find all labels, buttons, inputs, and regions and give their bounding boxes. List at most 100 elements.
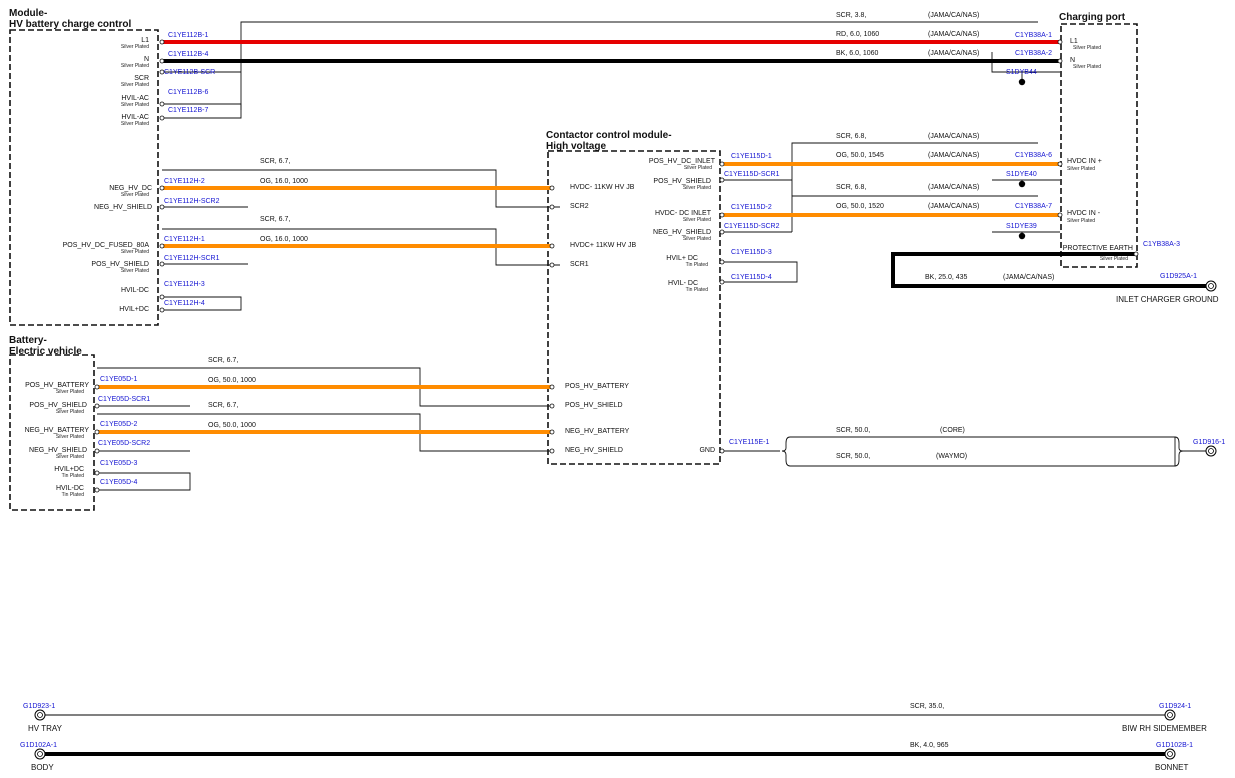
ground-label: BIW RH SIDEMEMBER [1122,724,1207,733]
pin-name: SCR2 [570,203,589,210]
wire-spec: OG, 16.0, 1000 [260,236,308,243]
pin-name: POS_HV_BATTERY [25,382,89,389]
pin-plating: Silver Plated [684,165,712,171]
hvbcc-pin-codes: C1YE112B-1 C1YE112B-4 C1YE112B-SCR C1YE1… [164,32,220,307]
pin-name: NEG_HV_BATTERY [565,428,630,435]
connector-code: C1YE112H-SCR2 [164,198,220,205]
pin-name: L1 [1070,38,1078,45]
pin-plating: Tin Plated [62,492,85,498]
wire-spec: BK, 6.0, 1060 [836,50,879,57]
pin-plating: Tin Plated [62,473,85,479]
connector-code: C1YE112B-7 [168,107,208,114]
pin-plating: Silver Plated [1100,256,1128,262]
ccm-title-2: High voltage [546,141,606,152]
wire-spec: OG, 50.0, 1545 [836,152,884,159]
battery-title-2: Electric vehicle [9,346,82,357]
pin-plating: Silver Plated [121,102,149,108]
wire-spec: SCR, 6.7, [260,216,290,223]
connector-code: C1YE05D-1 [100,376,137,383]
pin-name: POS_HV_DC_FUSED_80A [63,242,150,249]
connector-code: C1YE05D-SCR2 [98,440,150,447]
pin-plating: Tin Plated [686,287,709,293]
connector-code: C1YE112H-4 [164,300,205,307]
hvbcc-title-2: HV battery charge control [9,19,131,30]
pin-name: HVIL+DC [119,306,149,313]
wire-spec: OG, 50.0, 1000 [208,422,256,429]
wire-spec: SCR, 3.8, [836,12,866,19]
ccm-left-labels: HVDC- 11KW HV JB SCR2 HVDC+ 11KW HV JB S… [565,184,637,454]
contactor-control-module-box [547,150,721,465]
wire-spec: SCR, 50.0, [836,453,870,460]
pin-name: NEG_HV_SHIELD [565,447,623,454]
wire-spec: (JAMA/CA/NAS) [928,203,979,210]
connector-code: C1YB38A-7 [1015,203,1052,210]
connector-code: C1YE05D-3 [100,460,137,467]
pin-name: SCR [134,75,149,82]
connector-code: C1YE112H-1 [164,236,205,243]
pin-plating: Silver Plated [121,82,149,88]
splice-dot-s1dye39 [1018,232,1026,240]
pin-name: NEG_HV_SHIELD [94,204,152,211]
connector-code: C1YE112H-2 [164,178,205,185]
splice-dot-s1dye40 [1018,180,1026,188]
connector-code: C1YE115D-2 [731,204,772,211]
pin-name: L1 [141,37,149,44]
pin-name: NEG_HV_BATTERY [25,427,90,434]
wire-spec: BK, 4.0, 965 [910,742,949,749]
connector-code: C1YE112H-3 [164,281,205,288]
gnd-harness-bracket [790,436,1176,467]
connector-code: C1YE115D-4 [731,274,772,281]
pin-name: HVIL- DC [668,280,698,287]
pin-name: NEG_HV_SHIELD [29,447,87,454]
pin-name: POS_HV_SHIELD [91,261,149,268]
pin-plating: Silver Plated [683,217,711,223]
wire-spec: SCR, 50.0, [836,427,870,434]
connector-code: C1YB38A-2 [1015,50,1052,57]
wire-spec: (JAMA/CA/NAS) [928,152,979,159]
wire-spec: (WAYMO) [936,453,967,460]
connector-code: C1YE05D-4 [100,479,137,486]
connector-code: C1YE112H-SCR1 [164,255,220,262]
pin-name: HVDC IN + [1067,158,1102,165]
wire-spec: (JAMA/CA/NAS) [1003,274,1054,281]
pin-name: POS_HV_SHIELD [565,402,623,409]
connector-code: C1YE112B-6 [168,89,208,96]
wire-spec: OG, 50.0, 1520 [836,203,884,210]
pin-name: POS_HV_SHIELD [29,402,87,409]
pin-plating: Silver Plated [56,434,84,440]
battery-labels: POS_HV_BATTERY Silver Plated POS_HV_SHIE… [25,376,151,498]
pin-name: HVDC+ 11KW HV JB [570,242,637,249]
pin-name: GND [699,447,715,454]
pin-plating: Silver Plated [56,389,84,395]
wire-spec: OG, 50.0, 1000 [208,377,256,384]
pin-name: HVIL-DC [56,485,84,492]
ground-label: BODY [31,763,54,772]
connector-code: C1YE115D-3 [731,249,772,256]
connector-code: C1YE112B-4 [168,51,208,58]
ccm-title-1: Contactor control module- [546,130,672,141]
ground-code: G1D102A-1 [20,742,57,749]
pin-plating: Silver Plated [1073,45,1101,51]
pin-plating: Silver Plated [121,268,149,274]
wire-spec: (JAMA/CA/NAS) [928,12,979,19]
ground-label: INLET CHARGER GROUND [1116,295,1219,304]
pin-plating: Tin Plated [686,262,709,268]
splice-code: S1DYB44 [1006,69,1037,76]
connector-code: C1YE112B-1 [168,32,208,39]
connector-code: C1YE115D-SCR2 [724,223,780,230]
ground-code: G1D916-1 [1193,439,1225,446]
connector-code: C1YE05D-2 [100,421,137,428]
wire-spec: OG, 16.0, 1000 [260,178,308,185]
pin-name: POS_HV_DC_INLET [649,158,716,165]
splice-code: S1DYE40 [1006,171,1037,178]
connector-code: C1YE115E-1 [729,439,769,446]
wire-spec: (JAMA/CA/NAS) [928,50,979,57]
pin-plating: Silver Plated [121,249,149,255]
pin-name: NEG_HV_DC [109,185,152,192]
wire-spec: BK, 25.0, 435 [925,274,968,281]
pin-plating: Silver Plated [1067,218,1095,224]
battery-title-1: Battery- [9,335,47,346]
pin-name: SCR1 [570,261,589,268]
pin-name: HVDC- 11KW HV JB [570,184,635,191]
pin-name: NEG_HV_SHIELD [653,229,711,236]
